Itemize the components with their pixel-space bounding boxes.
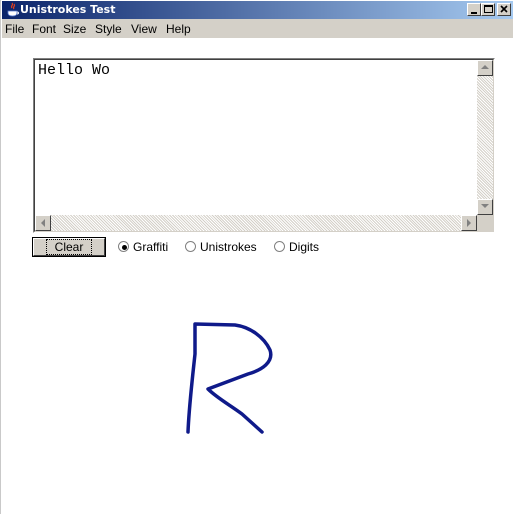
radio-digits-circle[interactable] xyxy=(274,241,285,252)
maximize-icon xyxy=(484,5,493,13)
arrow-down-icon xyxy=(481,204,489,208)
arrow-up-icon xyxy=(481,65,489,69)
menu-style[interactable]: Style xyxy=(95,22,122,36)
menu-font[interactable]: Font xyxy=(32,22,56,36)
radio-digits-label: Digits xyxy=(289,240,320,254)
scroll-corner xyxy=(477,215,493,231)
scroll-right-button[interactable] xyxy=(461,215,477,231)
window-title: Unistrokes Test xyxy=(20,3,116,16)
close-icon xyxy=(500,5,508,13)
title-bar[interactable]: Unistrokes Test xyxy=(2,1,513,19)
menu-file[interactable]: File xyxy=(5,22,24,36)
scroll-down-button[interactable] xyxy=(477,199,493,215)
radio-unistrokes-label: Unistrokes xyxy=(200,240,257,254)
menu-size[interactable]: Size xyxy=(63,22,86,36)
horizontal-scrollbar[interactable] xyxy=(35,215,477,231)
menu-bar: File Font Size Style View Help xyxy=(2,19,513,38)
arrow-right-icon xyxy=(467,219,471,227)
handwritten-stroke xyxy=(186,322,273,434)
menu-view[interactable]: View xyxy=(131,22,157,36)
minimize-button[interactable] xyxy=(467,3,481,16)
vertical-scrollbar[interactable] xyxy=(477,60,493,215)
clear-button-label: Clear xyxy=(45,239,93,255)
text-area-content[interactable]: Hello Wo xyxy=(38,62,110,79)
minimize-icon xyxy=(471,12,477,14)
text-area-inner: Hello Wo xyxy=(34,59,494,232)
stroke-drawing xyxy=(186,322,273,434)
arrow-left-icon xyxy=(41,219,45,227)
radio-graffiti-circle[interactable] xyxy=(118,241,129,252)
radio-selected-dot xyxy=(122,245,127,250)
text-area[interactable]: Hello Wo xyxy=(33,58,495,233)
drawing-canvas[interactable] xyxy=(2,262,513,514)
radio-graffiti-label: Graffiti xyxy=(133,240,169,254)
menu-help[interactable]: Help xyxy=(166,22,191,36)
close-button[interactable] xyxy=(497,3,511,16)
clear-button[interactable]: Clear xyxy=(32,237,106,257)
radio-unistrokes-circle[interactable] xyxy=(185,241,196,252)
maximize-button[interactable] xyxy=(481,3,495,16)
controls-row: Clear Graffiti Unistrokes Digits xyxy=(32,237,433,258)
java-cup-icon xyxy=(7,2,19,17)
app-window: Unistrokes Test File Font Size Style Vie… xyxy=(0,0,513,514)
scroll-up-button[interactable] xyxy=(477,60,493,76)
scroll-left-button[interactable] xyxy=(35,215,51,231)
